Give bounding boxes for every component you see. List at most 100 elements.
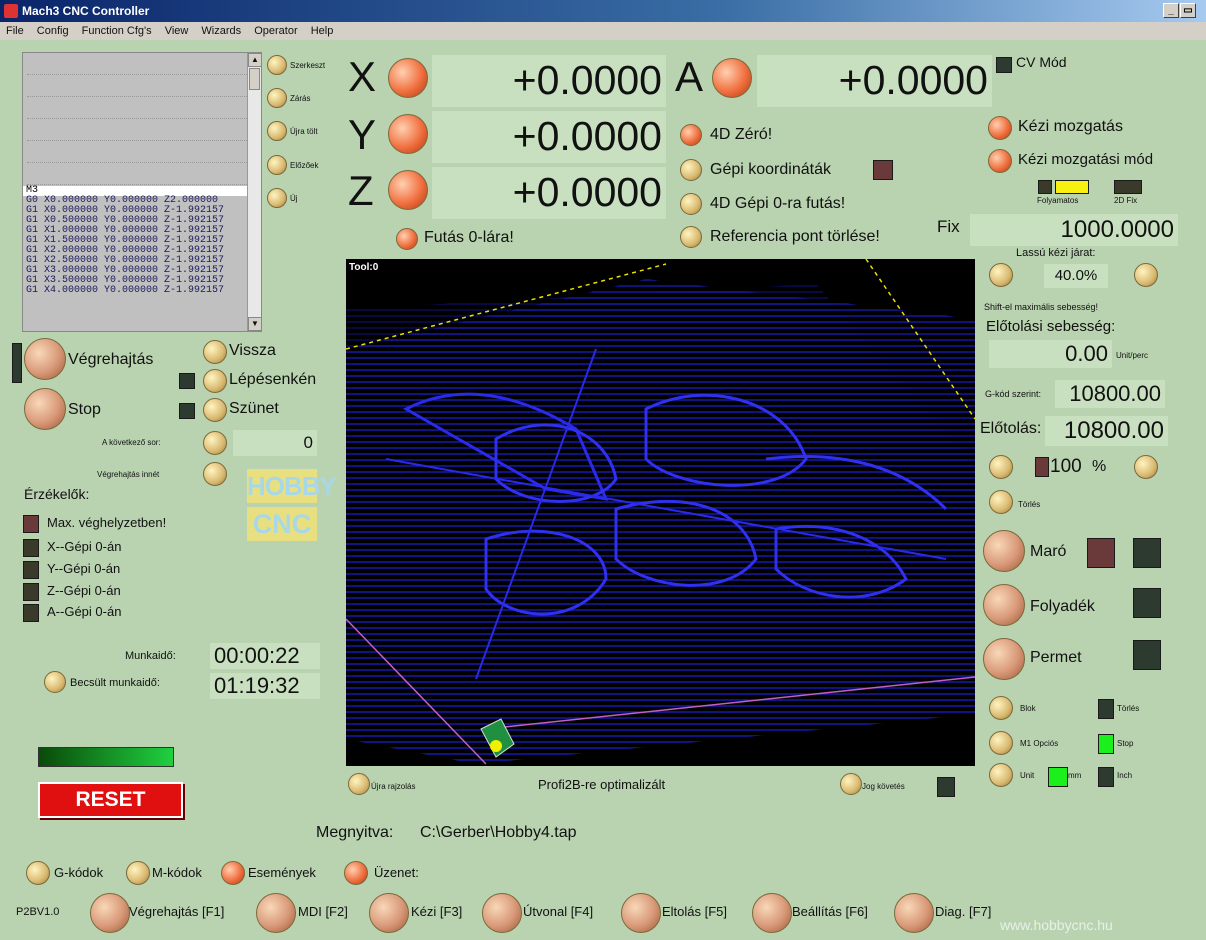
optimized-note: Profi2B-re optimalizált: [538, 777, 666, 792]
redraw-button[interactable]: [348, 773, 370, 795]
zero-4d-button[interactable]: [680, 124, 702, 146]
cv-mode-label: CV Mód: [1016, 54, 1067, 70]
redraw-label: Újra rajzolás: [371, 782, 416, 791]
tab-manual-button[interactable]: [369, 893, 409, 933]
website-watermark: www.hobbycnc.hu: [1000, 917, 1113, 933]
manual-jog-mode-button[interactable]: [988, 149, 1012, 173]
reset-button[interactable]: RESET: [38, 782, 183, 818]
y-dro[interactable]: +0.0000: [432, 111, 666, 163]
tab-mdi[interactable]: MDI [F2]: [298, 904, 348, 919]
scroll-thumb[interactable]: [249, 68, 260, 90]
jog-follow-button[interactable]: [840, 773, 862, 795]
stop-button[interactable]: [24, 388, 66, 430]
slow-jog-down-button[interactable]: [989, 263, 1013, 287]
tab-settings-button[interactable]: [752, 893, 792, 933]
gcode-line[interactable]: G1 X4.000000 Y0.000000 Z-1.992157: [23, 286, 261, 296]
continuous-indicator[interactable]: [1055, 180, 1089, 194]
mcodes-button[interactable]: [126, 861, 150, 885]
shift-note: Shift-el maximális sebesség!: [984, 302, 1099, 312]
set-next-line-button[interactable]: [203, 431, 227, 455]
zero-x-button[interactable]: [388, 58, 428, 98]
ref-clear-button[interactable]: [680, 226, 702, 248]
tab-offsets-button[interactable]: [621, 893, 661, 933]
restore-button[interactable]: ▭: [1180, 3, 1196, 18]
pause-label: Szünet: [229, 400, 279, 417]
menu-file[interactable]: File: [6, 25, 24, 37]
estimate-value: 01:19:32: [210, 673, 320, 699]
scroll-up-icon[interactable]: ▲: [248, 53, 262, 67]
menu-help[interactable]: Help: [311, 25, 334, 37]
menu-wizards[interactable]: Wizards: [201, 25, 241, 37]
menu-function-cfgs[interactable]: Function Cfg's: [82, 25, 152, 37]
tab-mdi-button[interactable]: [256, 893, 296, 933]
gcode-list[interactable]: M3 G0 X0.000000 Y0.000000 Z2.000000 G1 X…: [22, 52, 262, 332]
edit-button[interactable]: [267, 55, 287, 75]
feed-reset-button[interactable]: [989, 490, 1013, 514]
tab-offsets[interactable]: Eltolás [F5]: [662, 904, 727, 919]
machine-coords-button[interactable]: [680, 159, 702, 181]
gcodes-label: G-kódok: [54, 865, 104, 880]
slow-jog-up-button[interactable]: [1134, 263, 1158, 287]
close-file-button[interactable]: [267, 88, 287, 108]
next-line-field[interactable]: 0: [233, 430, 317, 456]
run-from-here-button[interactable]: [203, 462, 227, 486]
unit-button[interactable]: [989, 763, 1013, 787]
tab-manual[interactable]: Kézi [F3]: [411, 904, 462, 919]
tab-program-run[interactable]: Végrehajtás [F1]: [129, 904, 224, 919]
toolpath-view[interactable]: Tool:0: [346, 259, 975, 766]
tab-program-run-button[interactable]: [90, 893, 130, 933]
m1-optional-button[interactable]: [989, 731, 1013, 755]
manual-jog-button[interactable]: [988, 116, 1012, 140]
a-home-label: A--Gépi 0-án: [47, 604, 122, 619]
a-dro[interactable]: +0.0000: [757, 55, 992, 107]
reload-button[interactable]: [267, 121, 287, 141]
x-dro[interactable]: +0.0000: [432, 55, 666, 107]
new-file-button[interactable]: [267, 188, 287, 208]
feed-up-button[interactable]: [1134, 455, 1158, 479]
gcode-scrollbar[interactable]: ▲ ▼: [247, 53, 262, 331]
tool-label: Tool:0: [349, 262, 379, 273]
single-step-indicator: [179, 373, 195, 389]
flood-button[interactable]: [983, 584, 1025, 626]
feed-field[interactable]: 10800.00: [1045, 416, 1168, 446]
slow-jog-field[interactable]: 40.0%: [1044, 264, 1108, 288]
run-from-label: Végrehajtás innét: [97, 470, 160, 479]
recent-button[interactable]: [267, 155, 287, 175]
zero-z-button[interactable]: [388, 170, 428, 210]
zero-a-button[interactable]: [712, 58, 752, 98]
menu-config[interactable]: Config: [37, 25, 69, 37]
feed-down-button[interactable]: [989, 455, 1013, 479]
goto-machine-zero-button[interactable]: [680, 193, 702, 215]
zero-y-button[interactable]: [388, 114, 428, 154]
tab-diagnostics-button[interactable]: [894, 893, 934, 933]
tab-settings[interactable]: Beállítás [F6]: [792, 904, 868, 919]
tab-diagnostics[interactable]: Diag. [F7]: [935, 904, 991, 919]
events-button[interactable]: [221, 861, 245, 885]
minimize-button[interactable]: _: [1163, 3, 1179, 18]
messages-button[interactable]: [344, 861, 368, 885]
fix-2d-indicator[interactable]: [1114, 180, 1142, 194]
gcodes-button[interactable]: [26, 861, 50, 885]
spindle-button[interactable]: [983, 530, 1025, 572]
menu-view[interactable]: View: [165, 25, 189, 37]
hobbycnc-logo: HOBBY CNC: [247, 469, 337, 541]
feed-override-indicator: [1035, 457, 1049, 477]
feed-title: Előtolási sebesség:: [986, 318, 1116, 335]
a-axis-label: A: [675, 53, 704, 100]
rewind-button[interactable]: [203, 340, 227, 364]
menu-operator[interactable]: Operator: [254, 25, 297, 37]
cycle-start-button[interactable]: [24, 338, 66, 380]
z-dro[interactable]: +0.0000: [432, 167, 666, 219]
tab-toolpath-button[interactable]: [482, 893, 522, 933]
block-delete-button[interactable]: [989, 696, 1013, 720]
a-home-indicator: [23, 604, 39, 622]
estimate-button[interactable]: [44, 671, 66, 693]
feed-override-value[interactable]: 100: [1050, 456, 1082, 478]
tab-toolpath[interactable]: Útvonal [F4]: [523, 904, 593, 919]
scroll-down-icon[interactable]: ▼: [248, 317, 262, 331]
pause-button[interactable]: [203, 398, 227, 422]
single-step-button[interactable]: [203, 369, 227, 393]
mist-button[interactable]: [983, 638, 1025, 680]
goto-zero-button[interactable]: [396, 228, 418, 250]
fix-step-field[interactable]: 1000.0000: [970, 214, 1178, 246]
